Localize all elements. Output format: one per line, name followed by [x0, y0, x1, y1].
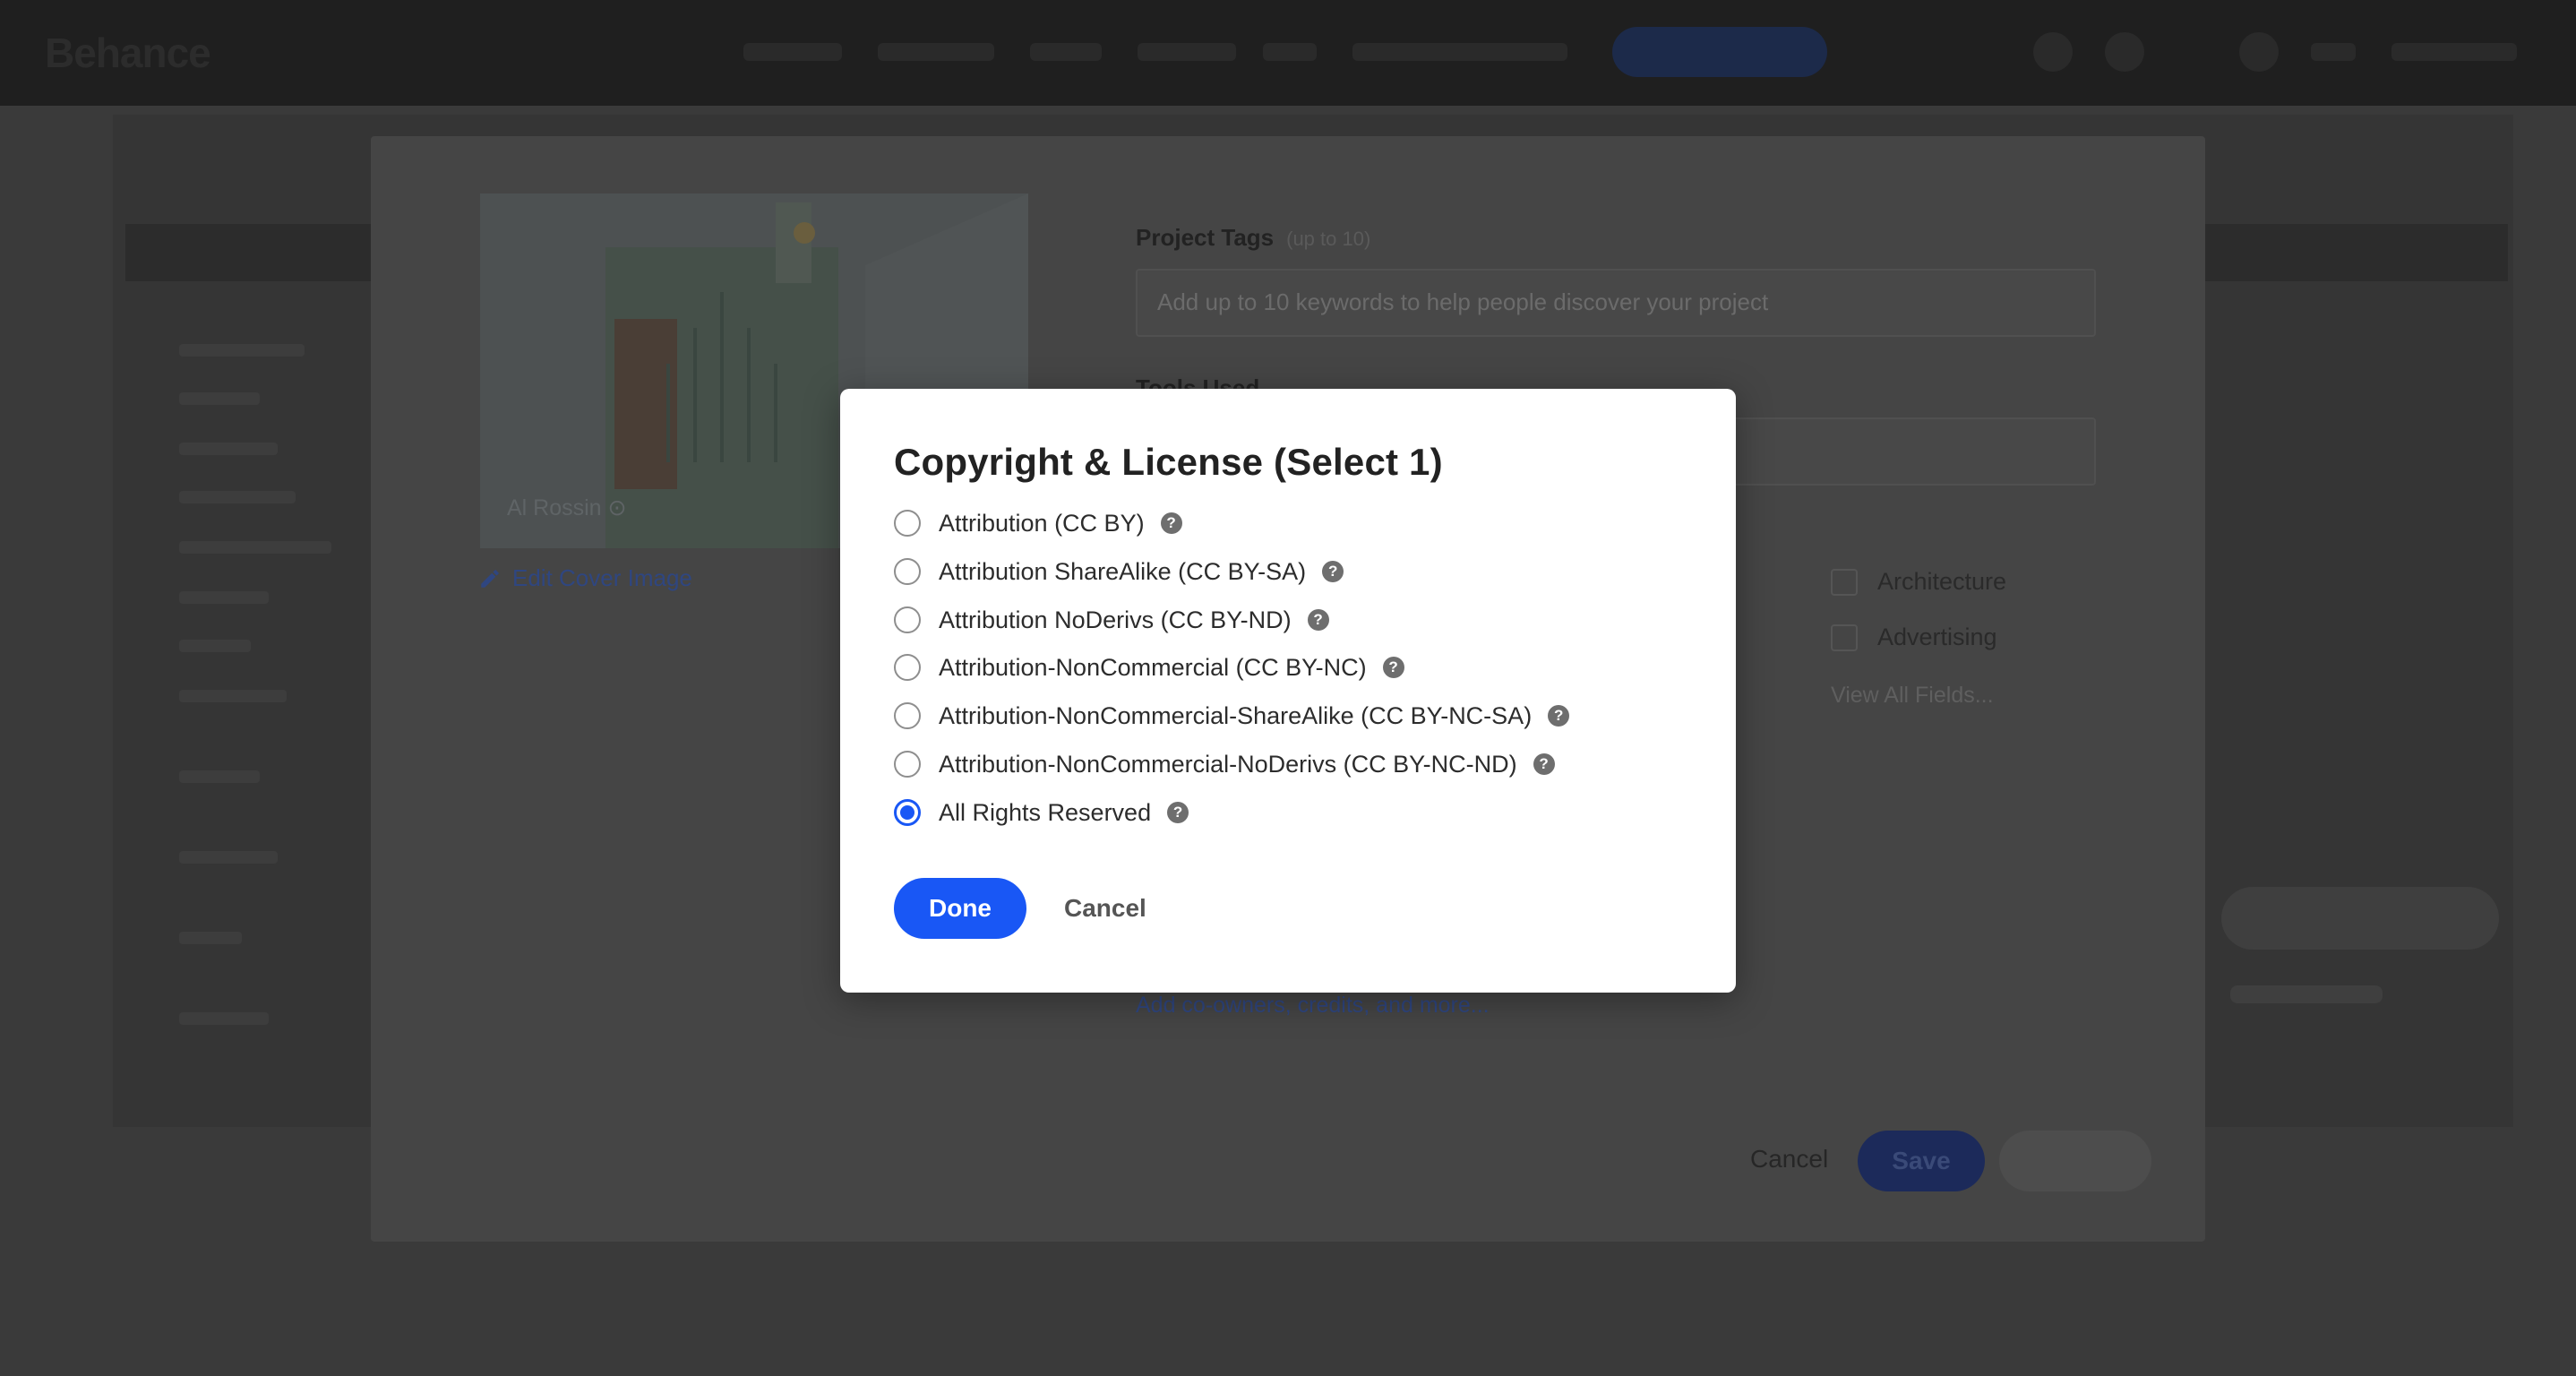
- view-all-fields-link[interactable]: View All Fields...: [1831, 683, 1994, 709]
- editor-save-button[interactable]: Save: [1858, 1131, 1985, 1191]
- sidebar-item-placeholder: [179, 344, 305, 357]
- top-nav-bar: Behance: [0, 0, 2576, 106]
- project-tags-label-text: Project Tags: [1136, 224, 1275, 251]
- license-option-label: Attribution-NonCommercial (CC BY-NC): [939, 653, 1367, 681]
- help-icon[interactable]: ?: [1322, 561, 1344, 582]
- sidebar-item-placeholder: [179, 932, 242, 944]
- sidebar-item-placeholder: [179, 690, 287, 702]
- nav-cta-button: [1612, 27, 1827, 77]
- nav-icon-placeholder: [2105, 32, 2144, 72]
- license-option-cc-by[interactable]: Attribution (CC BY) ?: [894, 505, 1700, 541]
- sidebar-item-placeholder: [179, 770, 260, 783]
- avatar: [2239, 32, 2279, 72]
- dialog-title: Copyright & License (Select 1): [894, 441, 1443, 483]
- nav-item-placeholder: [1030, 43, 1102, 61]
- done-button[interactable]: Done: [894, 878, 1026, 939]
- cancel-button[interactable]: Cancel: [1046, 878, 1164, 939]
- sidebar-item-placeholder: [179, 392, 260, 405]
- sidebar-item-placeholder: [179, 851, 278, 864]
- license-option-label: Attribution ShareAlike (CC BY-SA): [939, 557, 1307, 585]
- radio-button[interactable]: [894, 606, 921, 633]
- help-icon[interactable]: ?: [1533, 753, 1555, 775]
- behance-logo: Behance: [45, 30, 211, 76]
- field-option-advertising[interactable]: Advertising: [1831, 624, 1997, 651]
- license-option-cc-by-nc[interactable]: Attribution-NonCommercial (CC BY-NC) ?: [894, 649, 1700, 685]
- radio-button[interactable]: [894, 702, 921, 729]
- sidebar-item-placeholder: [179, 640, 251, 652]
- sidebar-item-placeholder: [179, 443, 278, 455]
- edit-cover-image-link[interactable]: Edit Cover Image: [478, 564, 692, 592]
- license-option-cc-by-sa[interactable]: Attribution ShareAlike (CC BY-SA) ?: [894, 554, 1700, 589]
- nav-item-placeholder: [2311, 43, 2356, 61]
- help-icon[interactable]: ?: [1382, 657, 1404, 678]
- project-tags-label: Project Tags (up to 10): [1136, 224, 1370, 252]
- nav-item-placeholder: [878, 43, 994, 61]
- help-icon[interactable]: ?: [1167, 802, 1189, 823]
- sidebar-item-placeholder: [179, 591, 269, 604]
- checkbox[interactable]: [1831, 624, 1858, 651]
- license-option-cc-by-nc-sa[interactable]: Attribution-NonCommercial-ShareAlike (CC…: [894, 698, 1700, 734]
- help-icon[interactable]: ?: [1160, 512, 1182, 534]
- help-icon[interactable]: ?: [1307, 609, 1329, 631]
- license-option-label: Attribution (CC BY): [939, 509, 1145, 537]
- project-tags-input[interactable]: Add up to 10 keywords to help people dis…: [1136, 269, 2096, 337]
- editor-publish-button[interactable]: [1999, 1131, 2151, 1191]
- nav-item-placeholder: [1263, 43, 1317, 61]
- cover-author-credit: Al Rossin ⊙: [507, 495, 627, 520]
- project-tags-hint: (up to 10): [1286, 228, 1371, 250]
- nav-item-placeholder: [743, 43, 842, 61]
- pencil-icon: [481, 569, 499, 588]
- sidebar-item-placeholder: [179, 541, 331, 554]
- license-option-label: All Rights Reserved: [939, 798, 1152, 826]
- copyright-license-dialog: Copyright & License (Select 1) Attributi…: [840, 389, 1736, 993]
- nav-item-placeholder: [1138, 43, 1236, 61]
- radio-button[interactable]: [894, 558, 921, 585]
- right-panel-button-placeholder: [2221, 887, 2499, 950]
- field-option-label: Advertising: [1877, 624, 1997, 650]
- radio-button[interactable]: [894, 654, 921, 681]
- editor-cancel-button[interactable]: Cancel: [1750, 1145, 1828, 1174]
- license-option-label: Attribution-NonCommercial-NoDerivs (CC B…: [939, 750, 1517, 778]
- license-option-label: Attribution NoDerivs (CC BY-ND): [939, 606, 1292, 633]
- checkbox[interactable]: [1831, 568, 1858, 596]
- license-option-label: Attribution-NonCommercial-ShareAlike (CC…: [939, 701, 1533, 729]
- field-option-label: Architecture: [1877, 568, 2007, 595]
- radio-button[interactable]: [894, 510, 921, 537]
- help-icon[interactable]: ?: [1548, 705, 1570, 727]
- right-panel-link-placeholder: [2230, 985, 2383, 1003]
- license-option-all-rights-reserved[interactable]: All Rights Reserved ?: [894, 795, 1700, 830]
- license-option-cc-by-nd[interactable]: Attribution NoDerivs (CC BY-ND) ?: [894, 602, 1700, 638]
- sidebar-item-placeholder: [179, 1012, 269, 1025]
- nav-item-placeholder: [2391, 43, 2517, 61]
- nav-item-placeholder: [1352, 43, 1567, 61]
- license-option-cc-by-nc-nd[interactable]: Attribution-NonCommercial-NoDerivs (CC B…: [894, 746, 1700, 782]
- radio-button-selected[interactable]: [894, 799, 921, 826]
- field-option-architecture[interactable]: Architecture: [1831, 568, 2006, 596]
- radio-button[interactable]: [894, 751, 921, 778]
- nav-icon-placeholder: [2033, 32, 2073, 72]
- add-credits-link[interactable]: Add co-owners, credits, and more...: [1136, 993, 1490, 1019]
- sidebar-item-placeholder: [179, 491, 296, 503]
- edit-cover-label: Edit Cover Image: [512, 564, 692, 591]
